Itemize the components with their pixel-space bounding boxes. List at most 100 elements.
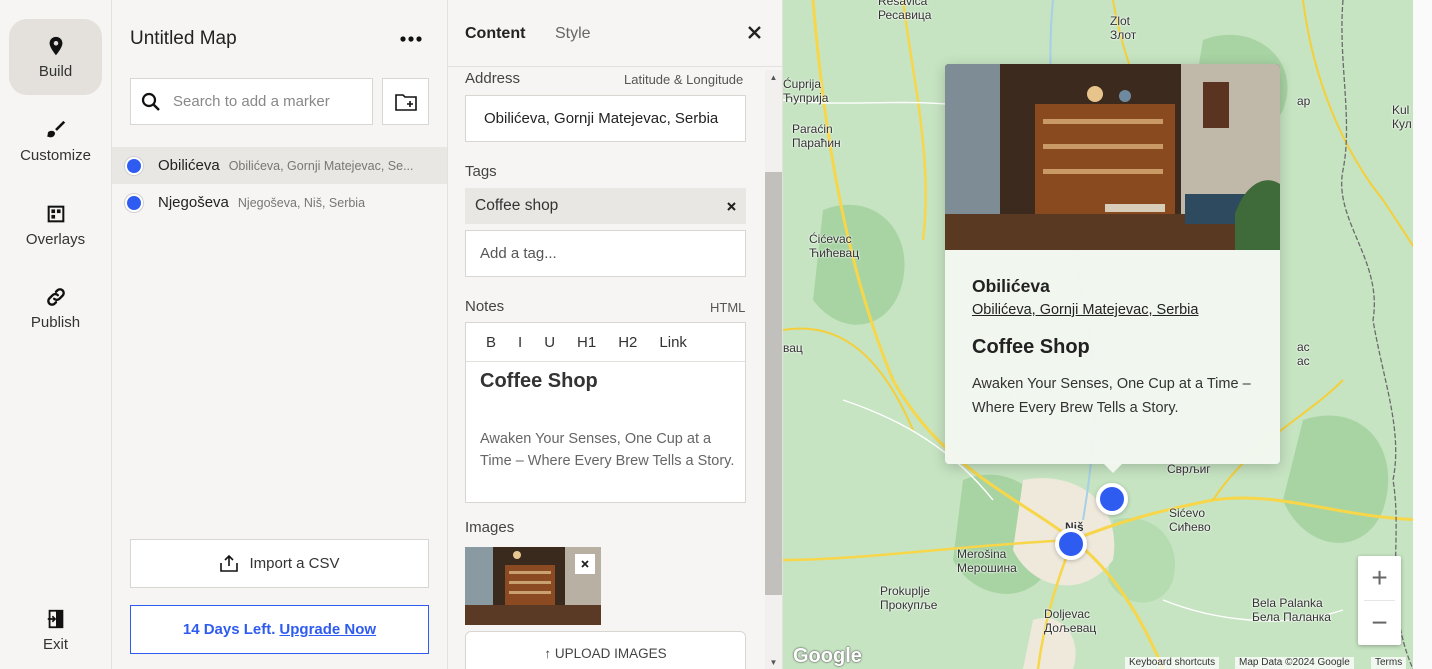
popup-title: Obilićeva: [972, 276, 1050, 296]
link-button[interactable]: Link: [659, 334, 687, 351]
popup-heading: Coffee Shop: [972, 336, 1090, 358]
upload-tray-icon: [220, 554, 239, 572]
link-icon: [46, 287, 65, 306]
map-canvas[interactable]: Resavica Ресавица Zlot Злот Ćuprija Ћупр…: [783, 0, 1432, 669]
left-rail: Build Customize Overlays Publish Exit: [0, 0, 112, 669]
marker-list-item[interactable]: Obilićeva Obilićeva, Gornji Matejevac, S…: [112, 147, 447, 184]
place-label: Ćuprija Ћуприја: [783, 77, 829, 105]
image-thumbnail[interactable]: [465, 547, 601, 625]
exit-door-icon: [47, 609, 63, 628]
zoom-in-button[interactable]: +: [1358, 556, 1401, 600]
marker-editor-panel: Content Style Address Latitude & Longitu…: [448, 0, 783, 669]
tab-content[interactable]: Content: [465, 25, 525, 43]
place-label: ac ac: [1297, 340, 1310, 368]
overlays-icon: [47, 205, 64, 222]
map-data-attribution: Map Data ©2024 Google: [1235, 657, 1354, 669]
rail-build[interactable]: Build: [9, 19, 102, 95]
marker-dot: [125, 193, 143, 212]
zoom-controls: + −: [1358, 556, 1401, 645]
terms-link[interactable]: Terms: [1371, 657, 1407, 669]
popup-address-link[interactable]: Obilićeva, Gornji Matejevac, Serbia: [972, 302, 1198, 318]
marker-list-panel: Untitled Map Obilićeva Obilićeva, Gornji…: [112, 0, 448, 669]
marker-name: Njegoševa: [158, 194, 229, 211]
place-label: Zlot Злот: [1110, 14, 1137, 42]
remove-tag-button[interactable]: [727, 198, 736, 215]
close-icon: [581, 560, 589, 568]
close-icon: [727, 201, 736, 211]
place-label: Resavica Ресавица: [878, 0, 932, 22]
tag-text: Coffee shop: [475, 197, 559, 214]
bold-button[interactable]: B: [486, 334, 496, 351]
new-folder-icon: [394, 93, 417, 111]
scroll-up-arrow[interactable]: ▲: [765, 70, 782, 84]
map-marker-njegoseva[interactable]: [1055, 528, 1087, 560]
more-options-button[interactable]: [398, 26, 424, 52]
h1-button[interactable]: H1: [577, 334, 596, 351]
cafe-photo: [945, 64, 1280, 250]
place-label: Sićevo Сићево: [1169, 506, 1211, 534]
close-editor-button[interactable]: [748, 22, 761, 45]
map-title[interactable]: Untitled Map: [130, 28, 237, 50]
rail-overlays[interactable]: Overlays: [9, 187, 102, 263]
popup-image: [945, 64, 1280, 250]
rail-exit-label: Exit: [42, 635, 68, 653]
marker-list-item[interactable]: Njegoševa Njegoševa, Niš, Serbia: [112, 184, 447, 221]
rail-overlays-label: Overlays: [25, 230, 86, 248]
underline-button[interactable]: U: [544, 334, 555, 351]
notes-heading: Coffee Shop: [480, 370, 598, 392]
place-label: Ćićevac Ћићевац: [809, 232, 860, 260]
remove-image-button[interactable]: [575, 554, 595, 574]
paintbrush-icon: [46, 120, 65, 137]
notes-editor[interactable]: B I U H1 H2 Link Coffee Shop Awaken Your…: [465, 322, 746, 503]
editor-scrollbar-thumb[interactable]: [765, 172, 782, 595]
lat-long-toggle[interactable]: Latitude & Longitude: [624, 72, 743, 87]
marker-popup: Obilićeva Obilićeva, Gornji Matejevac, S…: [945, 64, 1280, 473]
scroll-down-arrow[interactable]: ▼: [765, 655, 782, 669]
rail-customize-label: Customize: [20, 146, 91, 164]
upgrade-now-link[interactable]: Upgrade Now: [279, 621, 376, 638]
close-icon: [748, 26, 761, 39]
more-dots-icon: [400, 36, 422, 42]
place-label: ap: [1297, 94, 1311, 108]
rail-exit[interactable]: Exit: [9, 592, 102, 668]
place-label: Doljevac Дољевац: [1044, 607, 1097, 635]
notes-body: Awaken Your Senses, One Cup at a Time – …: [480, 431, 735, 469]
upload-images-button[interactable]: ↑ UPLOAD IMAGES: [465, 631, 746, 669]
h2-button[interactable]: H2: [618, 334, 637, 351]
rail-publish-label: Publish: [30, 313, 81, 331]
tab-style[interactable]: Style: [555, 25, 591, 43]
search-input[interactable]: [173, 93, 353, 110]
notes-html-toggle[interactable]: HTML: [710, 300, 745, 315]
notes-toolbar: B I U H1 H2 Link: [466, 323, 745, 362]
add-tag-input[interactable]: Add a tag...: [465, 230, 746, 277]
tags-label: Tags: [465, 163, 497, 180]
import-csv-button[interactable]: Import a CSV: [130, 539, 429, 588]
place-label: Paraćin Параћин: [792, 122, 841, 150]
zoom-out-button[interactable]: −: [1358, 601, 1401, 645]
address-label: Address: [465, 70, 521, 87]
rail-customize[interactable]: Customize: [9, 103, 102, 179]
upgrade-banner[interactable]: 14 Days Left. Upgrade Now: [130, 605, 429, 654]
import-csv-label: Import a CSV: [249, 555, 340, 572]
trial-days-text: 14 Days Left.: [182, 621, 276, 638]
marker-dot: [125, 156, 143, 175]
tag-chip: Coffee shop: [465, 188, 746, 224]
place-label: Сврљиг: [1167, 462, 1211, 476]
place-label: Bela Palanka Бела Паланка: [1252, 596, 1331, 624]
popup-body: Awaken Your Senses, One Cup at a Time – …: [972, 376, 1251, 416]
map-scrollbar[interactable]: [1413, 0, 1432, 669]
images-label: Images: [465, 519, 515, 536]
address-input[interactable]: Obilićeva, Gornji Matejevac, Serbia: [465, 95, 746, 142]
italic-button[interactable]: I: [518, 334, 522, 351]
place-label: Kul Кул: [1392, 103, 1412, 131]
rail-publish[interactable]: Publish: [9, 270, 102, 346]
add-folder-button[interactable]: [382, 78, 429, 125]
divider: [448, 66, 782, 67]
map-marker-obiliceva[interactable]: [1096, 483, 1128, 515]
place-label: вац: [783, 341, 803, 355]
place-label: Prokuplje Прокупље: [880, 584, 938, 612]
rail-build-label: Build: [38, 62, 73, 80]
marker-address: Obilićeva, Gornji Matejevac, Se...: [228, 158, 414, 173]
marker-search: [130, 78, 373, 125]
keyboard-shortcuts-link[interactable]: Keyboard shortcuts: [1125, 657, 1220, 669]
